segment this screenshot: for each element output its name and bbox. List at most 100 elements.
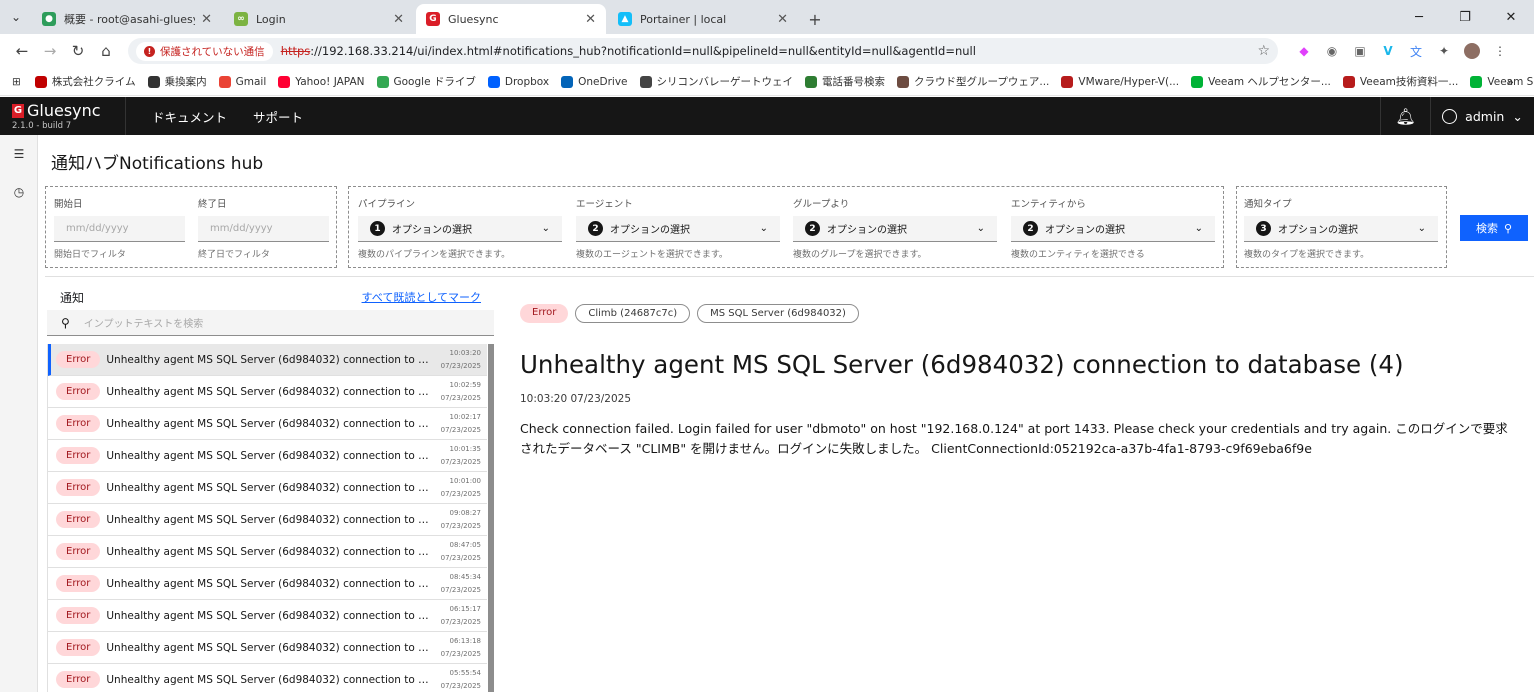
list-item[interactable]: Error Unhealthy agent MS SQL Server (6d98…	[48, 632, 487, 664]
forward-arrow-icon[interactable]: →	[36, 37, 64, 65]
screenshot-icon[interactable]: ▣	[1352, 43, 1368, 59]
list-item[interactable]: Error Unhealthy agent MS SQL Server (6d98…	[48, 536, 487, 568]
nav-support[interactable]: サポート	[253, 107, 303, 126]
window-close-icon[interactable]: ✕	[1488, 0, 1534, 34]
calendar-clock-icon[interactable]: ◷	[0, 173, 38, 211]
more-vert-icon[interactable]: ⋮	[1492, 43, 1508, 59]
list-item[interactable]: Error Unhealthy agent MS SQL Server (6d98…	[48, 600, 487, 632]
tab-search-chevron-icon[interactable]: ⌄	[0, 0, 32, 34]
restore-icon[interactable]: ❐	[1442, 0, 1488, 34]
list-item[interactable]: Error Unhealthy agent MS SQL Server (6d98…	[48, 408, 487, 440]
notification-time: 06:15:17	[449, 604, 481, 613]
list-item[interactable]: Error Unhealthy agent MS SQL Server (6d98…	[48, 504, 487, 536]
user-menu[interactable]: admin ⌄	[1430, 97, 1534, 135]
severity-tag: Error	[56, 543, 101, 560]
window-controls: ─ ❐ ✕	[1396, 0, 1534, 34]
bookmark[interactable]: 株式会社クライム	[34, 74, 136, 89]
notification-time: 10:03:20	[449, 348, 481, 357]
back-arrow-icon[interactable]: ←	[8, 37, 36, 65]
list-search-input[interactable]: ⚲ インプットテキストを検索	[47, 310, 494, 336]
notification-message: Unhealthy agent MS SQL Server (6d984032)…	[106, 449, 434, 462]
vimeo-icon[interactable]: V	[1380, 43, 1396, 59]
bookmark[interactable]: Veeam Software - C...	[1470, 75, 1534, 88]
brand[interactable]: G Gluesync 2.1.0 - build 7	[0, 97, 126, 135]
notification-date: 07/23/2025	[440, 521, 481, 530]
extensions-puzzle-icon[interactable]: ✦	[1436, 43, 1452, 59]
tab-close-icon[interactable]: ✕	[393, 12, 404, 27]
list-scrollbar[interactable]	[488, 344, 494, 692]
browser-tab[interactable]: ▲ Portainer | local ✕	[608, 4, 798, 34]
notification-rows: Error Unhealthy agent MS SQL Server (6d98…	[47, 344, 487, 692]
pipeline-tag[interactable]: Climb (24687c7c)	[575, 304, 691, 323]
list-item[interactable]: Error Unhealthy agent MS SQL Server (6d98…	[48, 440, 487, 472]
bookmark[interactable]: Gmail	[218, 75, 266, 88]
start-date-input[interactable]: mm/dd/yyyy	[54, 216, 185, 242]
bookmark[interactable]: 乗換案内	[147, 74, 207, 89]
bookmark[interactable]: Veeam ヘルプセンター...	[1191, 74, 1331, 89]
app-version: 2.1.0 - build 7	[12, 121, 72, 131]
bookmarks-overflow-icon[interactable]: »	[1507, 75, 1514, 89]
home-icon[interactable]: ⌂	[92, 37, 120, 65]
user-avatar-icon	[1442, 108, 1458, 124]
browser-tabstrip: ⌄ ● 概要 - root@asahi-gluesync ✕ ∞ Login ✕…	[0, 0, 1534, 34]
list-item[interactable]: Error Unhealthy agent MS SQL Server (6d98…	[48, 664, 487, 692]
bookmark-label: Veeam技術資料一...	[1359, 76, 1459, 88]
bookmark[interactable]: Yahoo! JAPAN	[278, 75, 365, 88]
notification-timestamp: 06:13:18 07/23/2025	[441, 635, 487, 661]
bookmark[interactable]: Veeam技術資料一...	[1342, 74, 1459, 89]
tab-close-icon[interactable]: ✕	[201, 12, 212, 27]
bookmark[interactable]: Google ドライブ	[376, 74, 476, 89]
tab-close-icon[interactable]: ✕	[777, 12, 788, 27]
list-item[interactable]: Error Unhealthy agent MS SQL Server (6d98…	[48, 376, 487, 408]
notification-date: 07/23/2025	[440, 425, 481, 434]
browser-tab-active[interactable]: G Gluesync ✕	[416, 4, 606, 34]
menu-list-icon[interactable]: ☰	[0, 135, 38, 173]
bookmark-label: 電話番号検索	[822, 76, 885, 88]
reload-icon[interactable]: ↻	[64, 37, 92, 65]
mark-all-read-link[interactable]: すべて既読としてマーク	[362, 289, 481, 305]
list-item[interactable]: Error Unhealthy agent MS SQL Server (6d98…	[48, 344, 487, 376]
minimize-icon[interactable]: ─	[1396, 0, 1442, 34]
new-tab-plus-icon[interactable]: +	[800, 4, 830, 34]
browser-tab[interactable]: ∞ Login ✕	[224, 4, 414, 34]
search-button[interactable]: 検索 ⚲	[1460, 215, 1528, 241]
end-date-input[interactable]: mm/dd/yyyy	[198, 216, 329, 242]
bookmark-label: Dropbox	[504, 75, 550, 88]
profile-avatar-icon[interactable]	[1464, 43, 1480, 59]
notification-time: 10:01:00	[449, 476, 481, 485]
bookmark-favicon-icon	[897, 75, 909, 88]
notifications-bell-icon[interactable]: 🔔︎	[1380, 97, 1430, 135]
type-select[interactable]: 3 オプションの選択 ⌄	[1244, 216, 1438, 242]
bookmark[interactable]: OneDrive	[561, 75, 628, 88]
extension-diamond-icon[interactable]: ◆	[1296, 43, 1312, 59]
tab-close-icon[interactable]: ✕	[585, 12, 596, 27]
list-item[interactable]: Error Unhealthy agent MS SQL Server (6d98…	[48, 472, 487, 504]
pipeline-select[interactable]: 1 オプションの選択 ⌄	[358, 216, 562, 242]
group-help: 複数のグループを選択できます。	[793, 250, 927, 260]
camera-icon[interactable]: ◉	[1324, 43, 1340, 59]
bookmark[interactable]: 電話番号検索	[805, 74, 885, 89]
severity-tag: Error	[56, 671, 101, 688]
start-date-label: 開始日	[54, 199, 83, 210]
security-warning-chip[interactable]: ! 保護されていない通信	[136, 41, 273, 61]
severity-tag: Error	[56, 575, 101, 592]
notification-message: Unhealthy agent MS SQL Server (6d984032)…	[106, 609, 434, 622]
bookmark[interactable]: クラウド型グループウェア...	[897, 74, 1049, 89]
bookmark[interactable]: Dropbox	[487, 75, 550, 88]
chevron-down-icon: ⌄	[759, 223, 768, 234]
address-bar[interactable]: ! 保護されていない通信 https ://192.168.33.214/ui/…	[128, 38, 1278, 64]
bookmark[interactable]: VMware/Hyper-V(...	[1061, 75, 1179, 88]
agent-select[interactable]: 2 オプションの選択 ⌄	[576, 216, 780, 242]
notification-date: 07/23/2025	[440, 553, 481, 562]
bookmark-star-icon[interactable]: ☆	[1257, 43, 1270, 59]
browser-tab[interactable]: ● 概要 - root@asahi-gluesync ✕	[32, 4, 222, 34]
list-item[interactable]: Error Unhealthy agent MS SQL Server (6d98…	[48, 568, 487, 600]
agent-tag[interactable]: MS SQL Server (6d984032)	[697, 304, 859, 323]
severity-tag: Error	[56, 383, 101, 400]
bookmark[interactable]: シリコンバレーゲートウェイ	[639, 74, 793, 89]
nav-docs[interactable]: ドキュメント	[152, 107, 227, 126]
entity-select[interactable]: 2 オプションの選択 ⌄	[1011, 216, 1215, 242]
translate-icon[interactable]: 文	[1408, 43, 1424, 59]
apps-grid-icon[interactable]: ⊞	[12, 76, 21, 88]
group-select[interactable]: 2 オプションの選択 ⌄	[793, 216, 997, 242]
